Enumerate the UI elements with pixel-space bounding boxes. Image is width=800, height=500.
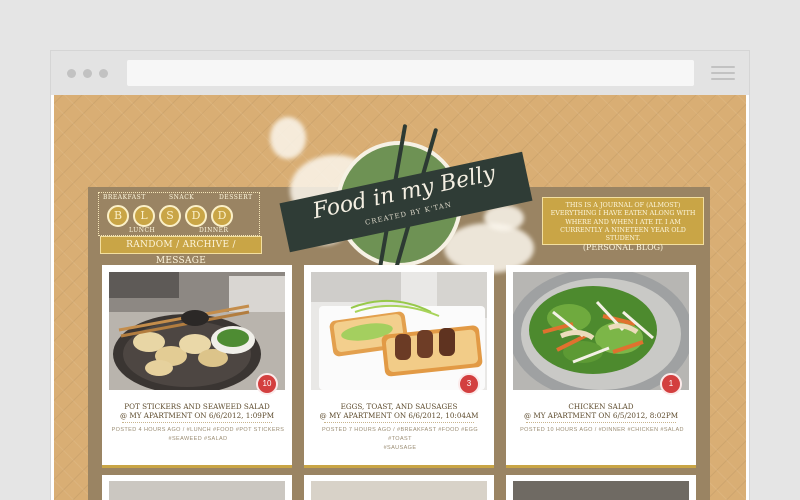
meal-selector: BREAKFAST SNACK DESSERT BLSDD LUNCH DINN… — [98, 192, 260, 236]
divider — [324, 422, 474, 423]
meal-label-snack: SNACK — [169, 194, 195, 201]
post-card[interactable] — [102, 475, 292, 500]
post-card[interactable]: 3 EGGS, TOAST, AND SAUSAGES @ MY APARTME… — [304, 265, 494, 468]
divider — [122, 422, 272, 423]
meal-label-lunch: LUNCH — [129, 227, 156, 234]
post-title-line: EGGS, TOAST, AND SAUSAGES — [340, 402, 458, 411]
window-dot-icon[interactable] — [99, 69, 108, 78]
meal-button-dessert[interactable]: D — [211, 205, 233, 227]
post-location-line: @ MY APARTMENT ON 6/5/2012, 8:02PM — [523, 411, 679, 421]
blog-description: THIS IS A JOURNAL OF (ALMOST) EVERYTHING… — [542, 197, 704, 252]
post-title[interactable]: CHICKEN SALAD @ MY APARTMENT ON 6/5/2012… — [512, 402, 690, 421]
blog-page: BREAKFAST SNACK DESSERT BLSDD LUNCH DINN… — [54, 95, 746, 500]
address-bar[interactable] — [127, 60, 694, 86]
post-card[interactable] — [304, 475, 494, 500]
post-tags-continued[interactable]: #SAUSAGE — [312, 444, 488, 453]
post-time[interactable]: POSTED 10 HOURS AGO — [520, 427, 593, 433]
description-tag: (PERSONAL BLOG) — [582, 242, 664, 252]
meal-button-dinner[interactable]: D — [185, 205, 207, 227]
post-card[interactable] — [506, 475, 696, 500]
browser-window: BREAKFAST SNACK DESSERT BLSDD LUNCH DINN… — [50, 50, 750, 500]
post-time[interactable]: POSTED 4 HOURS AGO — [112, 427, 181, 433]
post-tags[interactable]: / #LUNCH #FOOD #POT STICKERS — [183, 427, 285, 433]
post-photo-chicken-salad[interactable] — [513, 272, 689, 390]
post-photo[interactable] — [109, 481, 285, 500]
nav-links[interactable]: RANDOM / ARCHIVE / MESSAGE — [100, 236, 262, 266]
post-title[interactable]: EGGS, TOAST, AND SAUSAGES @ MY APARTMENT… — [310, 402, 488, 421]
notes-badge[interactable]: 3 — [458, 373, 480, 395]
window-dot-icon[interactable] — [83, 69, 92, 78]
post-photo[interactable] — [513, 481, 689, 500]
post-tags[interactable]: / #BREAKFAST #FOOD #EGG #TOAST — [388, 427, 478, 442]
meal-button-snack[interactable]: S — [159, 205, 181, 227]
post-time[interactable]: POSTED 7 HOURS AGO — [322, 427, 391, 433]
divider — [526, 422, 676, 423]
browser-toolbar — [51, 51, 749, 95]
description-text: THIS IS A JOURNAL OF (ALMOST) EVERYTHING… — [550, 201, 696, 243]
post-photo[interactable] — [311, 481, 487, 500]
menu-icon[interactable] — [711, 66, 735, 81]
post-tags[interactable]: / #DINNER #CHICKEN #SALAD — [595, 427, 684, 433]
window-dot-icon[interactable] — [67, 69, 76, 78]
post-meta: POSTED 7 HOURS AGO / #BREAKFAST #FOOD #E… — [312, 426, 488, 452]
post-title-line: POT STICKERS AND SEAWEED SALAD — [124, 402, 270, 411]
post-location-line: @ MY APARTMENT ON 6/6/2012, 10:04AM — [319, 411, 479, 421]
meal-label-dessert: DESSERT — [219, 194, 253, 201]
post-tags-continued[interactable]: #SEAWEED #SALAD — [110, 435, 286, 444]
post-meta: POSTED 4 HOURS AGO / #LUNCH #FOOD #POT S… — [110, 426, 286, 444]
meal-label-breakfast: BREAKFAST — [103, 194, 146, 201]
meal-button-lunch[interactable]: L — [133, 205, 155, 227]
post-card[interactable]: 1 CHICKEN SALAD @ MY APARTMENT ON 6/5/20… — [506, 265, 696, 468]
notes-badge[interactable]: 10 — [256, 373, 278, 395]
post-photo-eggs-toast[interactable] — [311, 272, 487, 390]
post-photo-pot-stickers[interactable] — [109, 272, 285, 390]
post-title-line: CHICKEN SALAD — [568, 402, 634, 411]
post-location-line: @ MY APARTMENT ON 6/6/2012, 1:09PM — [119, 411, 275, 421]
post-card[interactable]: 10 POT STICKERS AND SEAWEED SALAD @ MY A… — [102, 265, 292, 468]
post-meta: POSTED 10 HOURS AGO / #DINNER #CHICKEN #… — [514, 426, 690, 435]
notes-badge[interactable]: 1 — [660, 373, 682, 395]
post-title[interactable]: POT STICKERS AND SEAWEED SALAD @ MY APAR… — [108, 402, 286, 421]
meal-button-breakfast[interactable]: B — [107, 205, 129, 227]
meal-label-dinner: DINNER — [199, 227, 229, 234]
